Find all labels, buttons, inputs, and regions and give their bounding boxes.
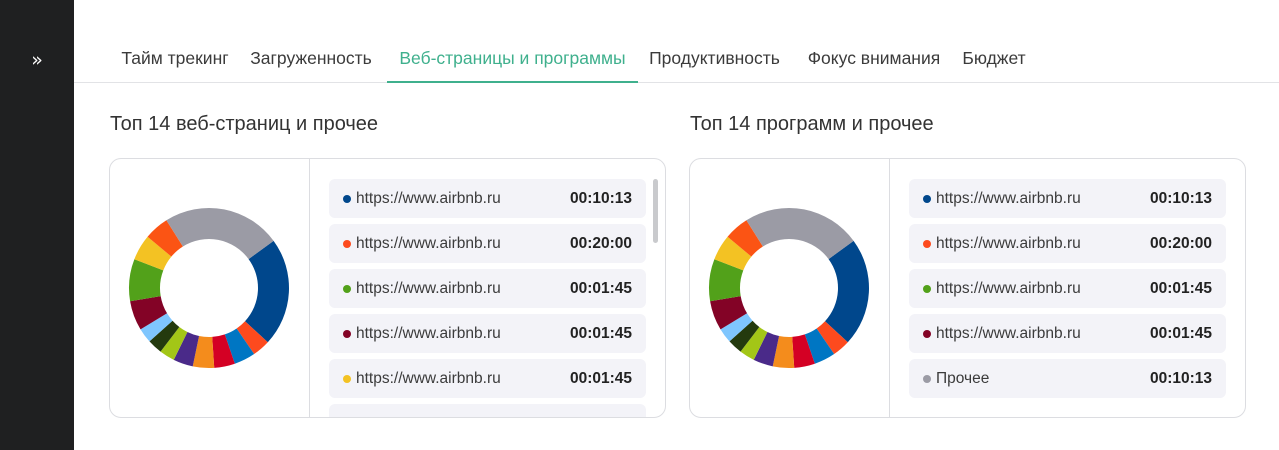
- list-item[interactable]: https://www.airbnb.ru 00:01:45: [329, 314, 646, 353]
- apps-list[interactable]: https://www.airbnb.ru 00:10:13 https://w…: [909, 179, 1227, 417]
- list-item-label: https://www.airbnb.ru: [936, 190, 1081, 207]
- list-item-label: https://www.airbnb.ru: [356, 235, 501, 252]
- list-item-label: https://www.airbnb.ru: [936, 325, 1081, 342]
- list-item-partial[interactable]: [329, 404, 646, 417]
- sidebar: »: [0, 0, 74, 450]
- list-item-label: Прочее: [936, 370, 990, 387]
- list-item-label: https://www.airbnb.ru: [356, 280, 501, 297]
- list-item-other[interactable]: Прочее 00:10:13: [909, 359, 1226, 398]
- legend-dot: [923, 285, 931, 293]
- list-item-time: 00:10:13: [569, 190, 632, 207]
- list-item[interactable]: https://www.airbnb.ru 00:01:45: [909, 314, 1226, 353]
- card-divider: [309, 159, 310, 417]
- scrollbar-thumb[interactable]: [653, 179, 658, 243]
- legend-dot: [923, 195, 931, 203]
- donut-slice[interactable]: [746, 208, 854, 260]
- legend-dot: [343, 285, 351, 293]
- legend-dot: [923, 375, 931, 383]
- list-item-time: 00:01:45: [569, 280, 632, 297]
- tab-web-and-apps[interactable]: Веб-страницы и программы: [387, 36, 638, 83]
- tab-focus[interactable]: Фокус внимания: [799, 36, 949, 83]
- list-item[interactable]: https://www.airbnb.ru 00:10:13: [329, 179, 646, 218]
- web-list[interactable]: https://www.airbnb.ru 00:10:13 https://w…: [329, 179, 647, 417]
- list-item[interactable]: https://www.airbnb.ru 00:20:00: [909, 224, 1226, 263]
- list-item-time: 00:01:45: [1149, 325, 1212, 342]
- apps-section-title: Топ 14 программ и прочее: [690, 113, 934, 135]
- list-item-label: https://www.airbnb.ru: [936, 280, 1081, 297]
- legend-dot: [343, 195, 351, 203]
- list-item-label: https://www.airbnb.ru: [936, 235, 1081, 252]
- legend-dot: [343, 330, 351, 338]
- list-item[interactable]: https://www.airbnb.ru 00:01:45: [909, 269, 1226, 308]
- list-item-time: 00:01:45: [1149, 280, 1212, 297]
- list-item-time: 00:20:00: [569, 235, 632, 252]
- web-card: https://www.airbnb.ru 00:10:13 https://w…: [109, 158, 666, 418]
- tab-workload[interactable]: Загруженность: [243, 36, 379, 83]
- chevrons-right-icon[interactable]: »: [22, 46, 52, 74]
- list-item-time: 00:01:45: [569, 325, 632, 342]
- donut-slice[interactable]: [166, 208, 274, 260]
- card-divider: [889, 159, 890, 417]
- tab-time-tracking[interactable]: Тайм трекинг: [109, 36, 241, 83]
- apps-donut-chart[interactable]: [708, 207, 870, 369]
- web-donut-chart[interactable]: [128, 207, 290, 369]
- list-item-time: 00:10:13: [1149, 370, 1212, 387]
- list-item-label: https://www.airbnb.ru: [356, 370, 501, 387]
- list-item[interactable]: https://www.airbnb.ru 00:01:45: [329, 269, 646, 308]
- apps-card: https://www.airbnb.ru 00:10:13 https://w…: [689, 158, 1246, 418]
- legend-dot: [343, 375, 351, 383]
- tab-productivity[interactable]: Продуктивность: [643, 36, 786, 83]
- list-item[interactable]: https://www.airbnb.ru 00:01:45: [329, 359, 646, 398]
- list-item-label: https://www.airbnb.ru: [356, 325, 501, 342]
- list-item[interactable]: https://www.airbnb.ru 00:20:00: [329, 224, 646, 263]
- tab-budget[interactable]: Бюджет: [957, 36, 1031, 83]
- list-item-time: 00:20:00: [1149, 235, 1212, 252]
- legend-dot: [923, 240, 931, 248]
- list-item[interactable]: https://www.airbnb.ru 00:10:13: [909, 179, 1226, 218]
- list-item-time: 00:01:45: [569, 370, 632, 387]
- tab-bar: Тайм трекинг Загруженность Веб-страницы …: [74, 36, 1279, 83]
- list-item-label: https://www.airbnb.ru: [356, 190, 501, 207]
- list-item-time: 00:10:13: [1149, 190, 1212, 207]
- legend-dot: [343, 240, 351, 248]
- legend-dot: [923, 330, 931, 338]
- web-section-title: Топ 14 веб-страниц и прочее: [110, 113, 379, 135]
